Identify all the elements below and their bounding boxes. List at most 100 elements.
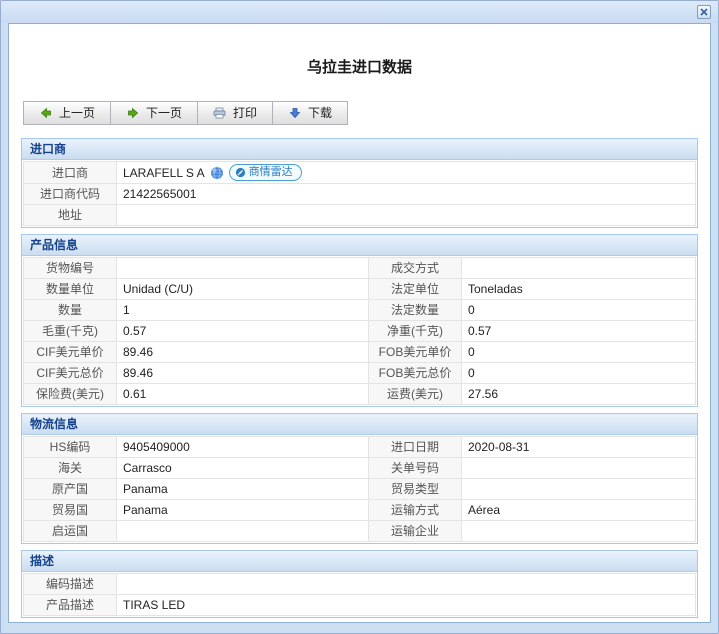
- printer-icon: [213, 107, 226, 120]
- table-row: 进口商 LARAFELL S A: [24, 162, 696, 184]
- field-value: Carrasco: [117, 458, 369, 479]
- table-row: 地址: [24, 205, 696, 226]
- table-row: 产品描述 TIRAS LED: [24, 595, 696, 616]
- field-value: [462, 479, 696, 500]
- field-value: [462, 458, 696, 479]
- table-row: HS编码 9405409000 进口日期 2020-08-31: [24, 437, 696, 458]
- field-label: 数量: [24, 300, 117, 321]
- importer-section-header: 进口商: [22, 139, 697, 160]
- field-label: 成交方式: [369, 258, 462, 279]
- field-label: 编码描述: [24, 574, 117, 595]
- field-label: 毛重(千克): [24, 321, 117, 342]
- field-label: 法定单位: [369, 279, 462, 300]
- table-row: 进口商代码 21422565001: [24, 184, 696, 205]
- table-row: 启运国 运输企业: [24, 521, 696, 542]
- field-label: 贸易类型: [369, 479, 462, 500]
- importer-name: LARAFELL S A: [123, 165, 205, 181]
- field-value: 0: [462, 342, 696, 363]
- field-label: 产品描述: [24, 595, 117, 616]
- business-radar-badge[interactable]: 商情雷达: [229, 164, 302, 181]
- import-data-window: 乌拉圭进口数据 上一页 下一页: [0, 0, 719, 634]
- field-label: 法定数量: [369, 300, 462, 321]
- close-x-glyph: [700, 8, 708, 16]
- field-value: TIRAS LED: [117, 595, 696, 616]
- section-logistics-info: 物流信息 HS编码 9405409000 进口日期 2020-08-31 海关 …: [21, 413, 698, 544]
- field-label: 运费(美元): [369, 384, 462, 405]
- table-row: 海关 Carrasco 关单号码: [24, 458, 696, 479]
- field-label: 进口商: [24, 162, 117, 184]
- logistics-section-header: 物流信息: [22, 414, 697, 435]
- table-row: 编码描述: [24, 574, 696, 595]
- field-label: 保险费(美元): [24, 384, 117, 405]
- next-page-button[interactable]: 下一页: [110, 101, 198, 125]
- field-label: 贸易国: [24, 500, 117, 521]
- field-label: 海关: [24, 458, 117, 479]
- field-value: 0: [462, 363, 696, 384]
- print-button[interactable]: 打印: [197, 101, 273, 125]
- table-row: 贸易国 Panama 运输方式 Aérea: [24, 500, 696, 521]
- field-value: Panama: [117, 500, 369, 521]
- field-value: 27.56: [462, 384, 696, 405]
- field-label: 进口商代码: [24, 184, 117, 205]
- field-value: 0: [462, 300, 696, 321]
- table-row: CIF美元单价 89.46 FOB美元单价 0: [24, 342, 696, 363]
- close-icon[interactable]: [697, 5, 711, 19]
- field-label: 货物编号: [24, 258, 117, 279]
- field-label: FOB美元总价: [369, 363, 462, 384]
- radar-badge-label: 商情雷达: [249, 165, 293, 179]
- product-section-header: 产品信息: [22, 235, 697, 256]
- product-table: 货物编号 成交方式 数量单位 Unidad (C/U) 法定单位 Tonelad…: [23, 257, 696, 405]
- field-value: [462, 521, 696, 542]
- window-bottom-frame: [1, 623, 718, 633]
- page-title: 乌拉圭进口数据: [9, 56, 710, 77]
- table-row: CIF美元总价 89.46 FOB美元总价 0: [24, 363, 696, 384]
- table-row: 保险费(美元) 0.61 运费(美元) 27.56: [24, 384, 696, 405]
- field-label: 运输方式: [369, 500, 462, 521]
- field-value: 2020-08-31: [462, 437, 696, 458]
- field-value: 0.57: [117, 321, 369, 342]
- importer-table: 进口商 LARAFELL S A: [23, 161, 696, 226]
- field-value: 0.61: [117, 384, 369, 405]
- field-value: 21422565001: [117, 184, 696, 205]
- field-value: [117, 521, 369, 542]
- download-button[interactable]: 下载: [272, 101, 348, 125]
- description-table: 编码描述 产品描述 TIRAS LED: [23, 573, 696, 616]
- field-label: FOB美元单价: [369, 342, 462, 363]
- field-value: 89.46: [117, 363, 369, 384]
- field-label: HS编码: [24, 437, 117, 458]
- table-row: 数量单位 Unidad (C/U) 法定单位 Toneladas: [24, 279, 696, 300]
- arrow-left-icon: [39, 107, 52, 120]
- field-label: 净重(千克): [369, 321, 462, 342]
- next-page-label: 下一页: [146, 106, 182, 120]
- section-description: 描述 编码描述 产品描述 TIRAS LED: [21, 550, 698, 618]
- prev-page-button[interactable]: 上一页: [23, 101, 111, 125]
- field-value: Toneladas: [462, 279, 696, 300]
- field-label: 启运国: [24, 521, 117, 542]
- window-body: 乌拉圭进口数据 上一页 下一页: [8, 23, 711, 623]
- field-label: 运输企业: [369, 521, 462, 542]
- field-value: Unidad (C/U): [117, 279, 369, 300]
- toolbar: 上一页 下一页 打印: [23, 101, 710, 125]
- field-label: 地址: [24, 205, 117, 226]
- field-label: 原产国: [24, 479, 117, 500]
- field-value: 1: [117, 300, 369, 321]
- field-label: 数量单位: [24, 279, 117, 300]
- field-label: CIF美元总价: [24, 363, 117, 384]
- field-value: [462, 258, 696, 279]
- window-titlebar: [1, 1, 718, 23]
- globe-icon[interactable]: [210, 166, 224, 180]
- description-section-header: 描述: [22, 551, 697, 572]
- arrow-down-icon: [288, 107, 301, 120]
- print-label: 打印: [233, 106, 257, 120]
- field-value: 9405409000: [117, 437, 369, 458]
- table-row: 货物编号 成交方式: [24, 258, 696, 279]
- field-value: Panama: [117, 479, 369, 500]
- data-sections: 进口商 进口商 LARAFELL S A: [21, 138, 698, 618]
- table-row: 原产国 Panama 贸易类型: [24, 479, 696, 500]
- field-value: [117, 258, 369, 279]
- field-value: 0.57: [462, 321, 696, 342]
- table-row: 数量 1 法定数量 0: [24, 300, 696, 321]
- field-label: CIF美元单价: [24, 342, 117, 363]
- field-value: [117, 205, 696, 226]
- table-row: 毛重(千克) 0.57 净重(千克) 0.57: [24, 321, 696, 342]
